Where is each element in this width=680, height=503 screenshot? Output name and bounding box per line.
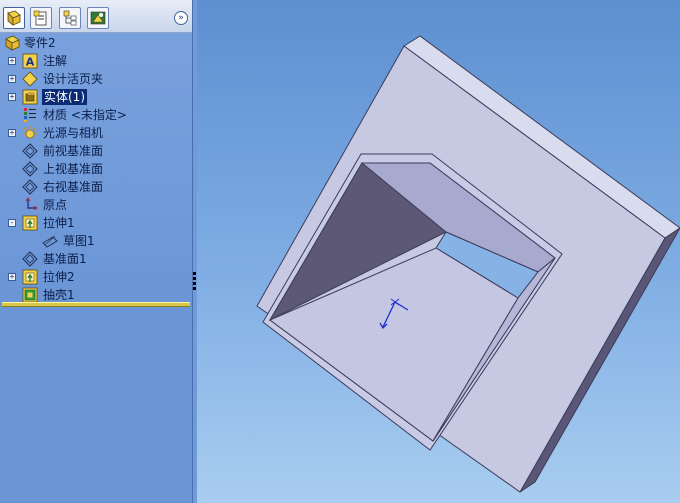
tree-item-part[interactable]: 零件2 [0, 34, 192, 52]
feature-manager-panel: » 零件2 + A 注解 + 设计活页夹 + 实体(1) 材质 <未指定> + … [0, 0, 193, 503]
graphics-area[interactable] [197, 0, 680, 503]
tree-item-origin[interactable]: 原点 [0, 196, 192, 214]
tree-item-annotations[interactable]: + A 注解 [0, 52, 192, 70]
origin-icon [25, 197, 38, 211]
tree-item-label: 材质 <未指定> [43, 108, 127, 122]
tree-item-label: 右视基准面 [43, 180, 104, 194]
tab-feature-manager[interactable] [3, 7, 25, 29]
feature-manager-icon [7, 10, 21, 26]
expand-panel-button[interactable]: » [174, 11, 188, 25]
tree-item-label: 设计活页夹 [43, 72, 104, 86]
tree-item-right-plane[interactable]: 右视基准面 [0, 178, 192, 196]
extrude-icon [22, 269, 38, 285]
3d-model-view[interactable] [197, 0, 680, 503]
tree-item-label: 光源与相机 [43, 126, 104, 140]
tree-item-extrude2[interactable]: + 拉伸2 [0, 268, 192, 286]
design-binder-icon [22, 71, 38, 87]
rollback-bar[interactable] [2, 302, 190, 307]
tab-configuration-manager[interactable] [59, 7, 81, 29]
tree-item-label: 零件2 [24, 36, 56, 50]
tree-item-plane1[interactable]: 基准面1 [0, 250, 192, 268]
plane-icon [22, 161, 38, 177]
tree-item-top-plane[interactable]: 上视基准面 [0, 160, 192, 178]
part-icon [5, 35, 20, 51]
tree-item-label: 上视基准面 [43, 162, 104, 176]
tree-item-label: 前视基准面 [43, 144, 104, 158]
display-manager-icon [90, 11, 106, 25]
plane-icon [22, 251, 38, 267]
tree-item-label: 基准面1 [43, 252, 87, 266]
tree-item-sketch1[interactable]: 草图1 [0, 232, 192, 250]
configuration-manager-icon [63, 10, 77, 26]
extrude-icon [22, 215, 38, 231]
plane-icon [22, 143, 38, 159]
property-manager-icon [33, 10, 47, 26]
plane-icon [22, 179, 38, 195]
tab-property-manager[interactable] [30, 7, 52, 29]
expand-toggle[interactable]: + [8, 57, 16, 65]
tab-display-manager[interactable] [87, 7, 109, 29]
tree-item-design-binder[interactable]: + 设计活页夹 [0, 70, 192, 88]
tree-item-material[interactable]: 材质 <未指定> [0, 106, 192, 124]
tree-item-label: 实体(1) [42, 89, 87, 105]
tree-item-label: 抽壳1 [43, 288, 75, 302]
lights-camera-icon [23, 126, 37, 139]
panel-tab-bar: » [0, 0, 192, 33]
tree-item-label: 草图1 [63, 234, 95, 248]
solid-bodies-icon [22, 89, 38, 105]
expand-toggle[interactable]: + [8, 273, 16, 281]
tree-item-extrude1[interactable]: - 拉伸1 [0, 214, 192, 232]
tree-item-lights-cameras[interactable]: + 光源与相机 [0, 124, 192, 142]
material-icon [24, 108, 36, 122]
tree-item-label: 注解 [43, 54, 68, 68]
tree-item-front-plane[interactable]: 前视基准面 [0, 142, 192, 160]
expand-toggle[interactable]: + [8, 75, 16, 83]
tree-item-label: 原点 [43, 198, 68, 212]
expand-toggle[interactable]: + [8, 93, 16, 101]
svg-text:A: A [26, 56, 35, 69]
expand-toggle[interactable]: + [8, 129, 16, 137]
tree-item-label: 拉伸1 [43, 216, 75, 230]
shell-icon [22, 287, 38, 303]
sketch-icon [42, 235, 58, 248]
tree-item-solid-bodies[interactable]: + 实体(1) [0, 88, 192, 106]
annotation-icon: A [22, 53, 38, 69]
tree-item-label: 拉伸2 [43, 270, 75, 284]
collapse-toggle[interactable]: - [8, 219, 16, 227]
